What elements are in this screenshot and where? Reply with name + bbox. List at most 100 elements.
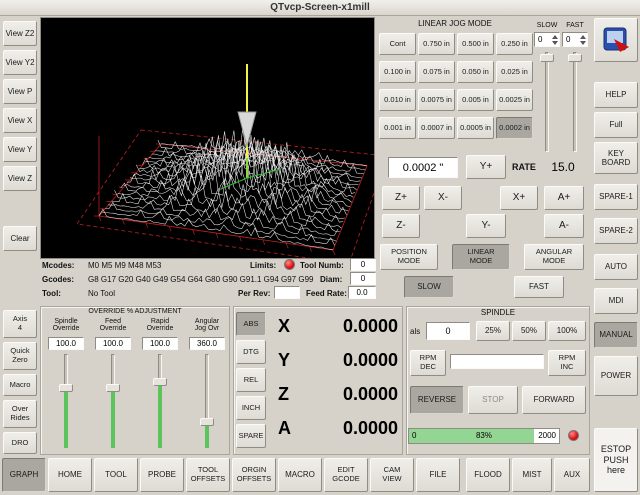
tab-cam-view-button[interactable]: CAM VIEW bbox=[370, 458, 414, 492]
jog-increment-button[interactable]: 0.0025 in bbox=[496, 89, 533, 111]
aux-button[interactable]: AUX bbox=[554, 458, 590, 492]
mdi-mode-button[interactable]: MDI bbox=[594, 288, 638, 314]
angular-mode-button[interactable]: ANGULAR MODE bbox=[524, 244, 584, 270]
spare-2-button[interactable]: SPARE-2 bbox=[594, 218, 638, 244]
jog-increment-button[interactable]: 0.750 in bbox=[418, 33, 455, 55]
jog-increment-button[interactable]: 0.010 in bbox=[379, 89, 416, 111]
slider-fill bbox=[64, 392, 68, 448]
slow-jog-spinbox[interactable]: 0 bbox=[534, 32, 560, 47]
spindle-rpm-track[interactable] bbox=[450, 354, 544, 369]
full-screen-button[interactable]: Full bbox=[594, 112, 638, 138]
jog-y-plus-button[interactable]: Y+ bbox=[466, 155, 506, 179]
tab-macro-button[interactable]: Macro bbox=[3, 374, 37, 396]
spindle-reverse-button[interactable]: REVERSE bbox=[410, 386, 464, 414]
jog-increment-button[interactable]: 0.0007 in bbox=[418, 117, 455, 139]
tab-edit-gcode-button[interactable]: EDIT GCODE bbox=[324, 458, 368, 492]
dro-spare-button[interactable]: SPARE bbox=[236, 424, 266, 448]
help-button[interactable]: HELP bbox=[594, 82, 638, 108]
jog-increment-button[interactable]: 0.050 in bbox=[457, 61, 494, 83]
slow-speed-button[interactable]: SLOW bbox=[404, 276, 454, 298]
jog-x-plus-button[interactable]: X+ bbox=[500, 186, 538, 210]
tool-number-label: Tool Numb: bbox=[300, 261, 344, 270]
jog-increment-button[interactable]: 0.500 in bbox=[457, 33, 494, 55]
tab-probe-button[interactable]: PROBE bbox=[140, 458, 184, 492]
spindle-override-slider[interactable] bbox=[59, 354, 73, 448]
tool-number-display: 0 bbox=[350, 258, 376, 271]
dro-inch-button[interactable]: INCH bbox=[236, 396, 266, 420]
jog-x-minus-button[interactable]: X- bbox=[424, 186, 462, 210]
rapid-override-slider[interactable] bbox=[153, 354, 167, 448]
jog-y-minus-button[interactable]: Y- bbox=[466, 214, 506, 238]
jog-increment-button[interactable]: 0.0005 in bbox=[457, 117, 494, 139]
spindle-forward-button[interactable]: FORWARD bbox=[522, 386, 586, 414]
jog-a-minus-button[interactable]: A- bbox=[544, 214, 584, 238]
rpm-decrease-button[interactable]: RPM DEC bbox=[410, 350, 446, 376]
view-z-button[interactable]: View Z bbox=[3, 166, 37, 191]
slider-handle[interactable] bbox=[540, 54, 554, 62]
flood-button[interactable]: FLOOD bbox=[466, 458, 510, 492]
tab-graph-button[interactable]: GRAPH bbox=[2, 458, 46, 492]
auto-mode-button[interactable]: AUTO bbox=[594, 254, 638, 280]
jog-increment-button[interactable]: 0.250 in bbox=[496, 33, 533, 55]
dro-abs-button[interactable]: ABS bbox=[236, 312, 266, 336]
view-z2-button[interactable]: View Z2 bbox=[3, 21, 37, 46]
jog-a-plus-button[interactable]: A+ bbox=[544, 186, 584, 210]
slider-handle[interactable] bbox=[153, 378, 167, 386]
angular-jog-override-slider[interactable] bbox=[200, 354, 214, 448]
view-y-button[interactable]: View Y bbox=[3, 137, 37, 162]
tab-over-rides-button[interactable]: Over Rides bbox=[3, 400, 37, 428]
tab-home-button[interactable]: HOME bbox=[48, 458, 92, 492]
manual-mode-button[interactable]: MANUAL bbox=[594, 322, 638, 348]
tab-macro-bottom-button[interactable]: MACRO bbox=[278, 458, 322, 492]
spare-1-button[interactable]: SPARE-1 bbox=[594, 184, 638, 210]
slider-handle[interactable] bbox=[106, 384, 120, 392]
slider-handle[interactable] bbox=[568, 54, 582, 62]
fast-jog-spinbox[interactable]: 0 bbox=[562, 32, 588, 47]
spin-arrows-icon[interactable] bbox=[578, 35, 587, 45]
power-button[interactable]: POWER bbox=[594, 356, 638, 396]
rpm-increase-button[interactable]: RPM INC bbox=[548, 350, 586, 376]
mist-button[interactable]: MIST bbox=[512, 458, 552, 492]
jog-increment-button[interactable]: 0.025 in bbox=[496, 61, 533, 83]
estop-button[interactable]: ESTOP PUSH here bbox=[594, 428, 638, 492]
fast-jog-slider[interactable] bbox=[568, 52, 582, 152]
dro-dtg-button[interactable]: DTG bbox=[236, 340, 266, 364]
tab-origin-offsets-button[interactable]: ORGIN OFFSETS bbox=[232, 458, 276, 492]
jog-increment-selected-button[interactable]: 0.0002 in bbox=[496, 117, 533, 139]
linear-mode-button[interactable]: LINEAR MODE bbox=[452, 244, 510, 270]
jog-increment-button[interactable]: 0.100 in bbox=[379, 61, 416, 83]
tab-quick-zero-button[interactable]: Quick Zero bbox=[3, 342, 37, 370]
view-y2-button[interactable]: View Y2 bbox=[3, 50, 37, 75]
jog-z-minus-button[interactable]: Z- bbox=[382, 214, 420, 238]
clear-view-button[interactable]: Clear bbox=[3, 226, 37, 251]
spin-arrows-icon[interactable] bbox=[550, 35, 559, 45]
slow-jog-slider[interactable] bbox=[540, 52, 554, 152]
tab-axis-button[interactable]: Axis 4 bbox=[3, 310, 37, 338]
fast-speed-button[interactable]: FAST bbox=[514, 276, 564, 298]
spindle-50pct-button[interactable]: 50% bbox=[512, 321, 546, 341]
view-x-button[interactable]: View X bbox=[3, 108, 37, 133]
tab-tool-offsets-button[interactable]: TOOL OFFSETS bbox=[186, 458, 230, 492]
slider-groove bbox=[545, 52, 549, 152]
slider-handle[interactable] bbox=[59, 384, 73, 392]
keyboard-button[interactable]: KEY BOARD bbox=[594, 142, 638, 174]
spindle-100pct-button[interactable]: 100% bbox=[548, 321, 586, 341]
view-p-button[interactable]: View P bbox=[3, 79, 37, 104]
spindle-25pct-button[interactable]: 25% bbox=[476, 321, 510, 341]
jog-increment-cont-button[interactable]: Cont bbox=[379, 33, 416, 55]
tab-dro-button[interactable]: DRO bbox=[3, 432, 37, 454]
gremlin-3d-preview[interactable] bbox=[40, 17, 375, 259]
jog-z-plus-button[interactable]: Z+ bbox=[382, 186, 420, 210]
dro-rel-button[interactable]: REL bbox=[236, 368, 266, 392]
slider-handle[interactable] bbox=[200, 418, 214, 426]
tab-file-button[interactable]: FILE bbox=[416, 458, 460, 492]
feed-override-slider[interactable] bbox=[106, 354, 120, 448]
jog-increment-button[interactable]: 0.075 in bbox=[418, 61, 455, 83]
tab-tool-button[interactable]: TOOL bbox=[94, 458, 138, 492]
shutdown-button[interactable] bbox=[594, 18, 638, 62]
position-mode-button[interactable]: POSITION MODE bbox=[380, 244, 438, 270]
spindle-stop-button[interactable]: STOP bbox=[468, 386, 518, 414]
jog-increment-button[interactable]: 0.001 in bbox=[379, 117, 416, 139]
jog-increment-button[interactable]: 0.0075 in bbox=[418, 89, 455, 111]
jog-increment-button[interactable]: 0.005 in bbox=[457, 89, 494, 111]
